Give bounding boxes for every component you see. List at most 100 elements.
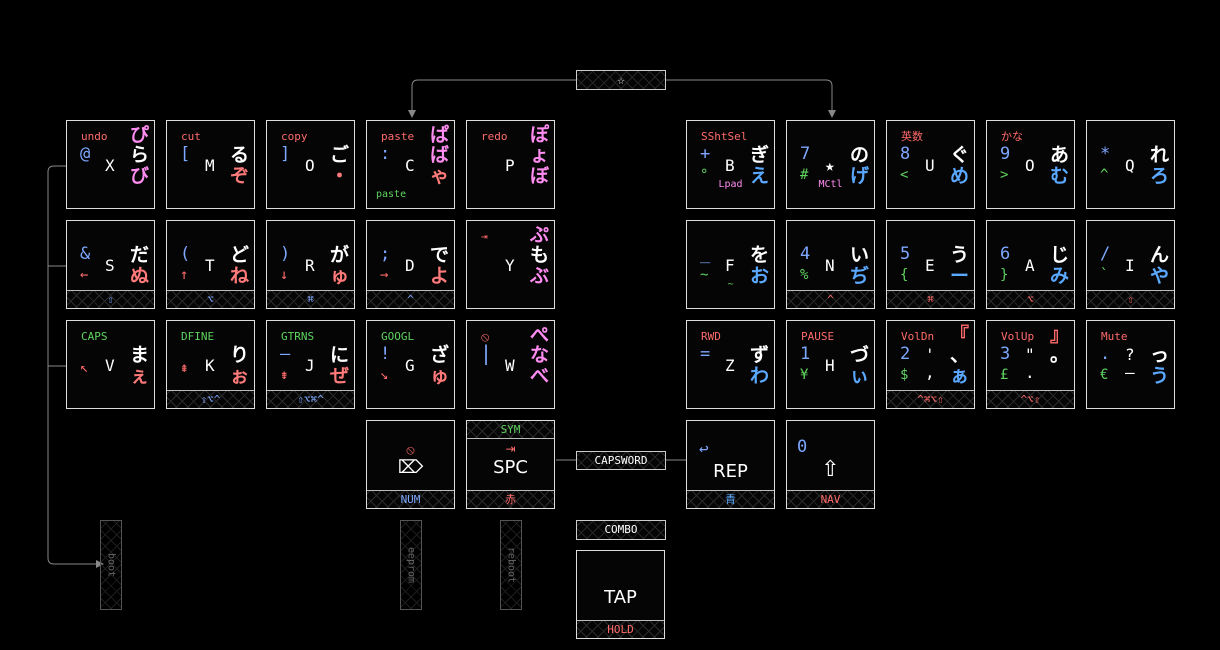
key-b[interactable]: SShtSel + ° B ぎ え Lpad	[686, 120, 775, 209]
key-k[interactable]: DFINE ⇞ K り ぉ ⇧⌥^	[166, 320, 255, 409]
key-label-shift: :	[380, 144, 391, 164]
key-label-shift: 7	[800, 144, 811, 164]
key-kana-2: あ	[1049, 144, 1069, 166]
key-hold-modifier: ^⌥⇧	[987, 390, 1074, 408]
key-d[interactable]: ; → D で よ ^	[366, 220, 455, 309]
key-label-top: RWD	[701, 330, 721, 343]
key-kana-3: ぃ	[849, 365, 869, 387]
key-kana-2: 、	[949, 344, 969, 366]
key-label-top: VolUp	[1001, 330, 1035, 343]
key-question[interactable]: Mute . € ? – っ う	[1086, 320, 1175, 409]
key-label-sym: <	[900, 167, 909, 183]
key-label-main: B	[725, 156, 735, 175]
key-hold-modifier: ⌥	[167, 290, 254, 308]
key-kana-2: ど	[229, 244, 249, 266]
key-w[interactable]: ⦸ | W ぺ な べ	[466, 320, 555, 409]
capsword-combo[interactable]: CAPSWORD	[576, 451, 666, 470]
key-label-shift: /	[1100, 244, 1111, 264]
combo-label: COMBO	[604, 523, 638, 536]
key-m[interactable]: cut [ M る ぞ	[166, 120, 255, 209]
arrow-up-left-icon: ↖	[80, 360, 89, 376]
key-o-left[interactable]: copy ] O ご ・	[266, 120, 355, 209]
key-label-shift: |	[480, 341, 493, 365]
key-kana-3: ろ	[1149, 165, 1169, 187]
key-p[interactable]: redo P ぽ ょ ぼ	[466, 120, 555, 209]
key-z[interactable]: RWD = Z ず わ	[686, 320, 775, 409]
key-label-main: F	[725, 256, 735, 275]
key-i[interactable]: / ` I ん や ⇧	[1086, 220, 1175, 309]
key-thumb-repeat[interactable]: ↩ REP 青	[686, 420, 775, 509]
key-label-main: ?	[1125, 345, 1135, 364]
key-kana-1: 』	[1049, 324, 1069, 346]
key-label-shift: —	[280, 344, 291, 364]
boot-label: boot	[105, 552, 117, 578]
key-kana-3: ぶ	[529, 265, 549, 287]
key-f[interactable]: _ ~ F を お ~	[686, 220, 775, 309]
key-label-shift: 6	[1000, 244, 1011, 264]
arrow-up-icon: ↑	[180, 267, 189, 283]
key-label-top: DFINE	[181, 330, 215, 343]
boot-combo[interactable]: boot	[100, 520, 122, 610]
key-hold-modifier: ^	[787, 290, 874, 308]
key-label-main: A	[1025, 256, 1035, 275]
key-o-right[interactable]: かな 9 > O あ む	[986, 120, 1075, 209]
page-up-icon: ⇞	[180, 360, 189, 376]
key-r[interactable]: ) ↓ R が ゅ ⌘	[266, 220, 355, 309]
key-label-shift: @	[80, 144, 91, 164]
key-u[interactable]: 英数 8 < U ぐ め	[886, 120, 975, 209]
reboot-combo[interactable]: reboot	[500, 520, 522, 610]
key-c[interactable]: paste : C ぱ ば ゃ paste	[366, 120, 455, 209]
key-label-shift: +	[700, 144, 711, 164]
page-down-icon: ⇟	[280, 367, 289, 383]
arrow-down-right-icon: ↘	[380, 367, 389, 383]
key-hold-layer: NAV	[787, 490, 874, 508]
key-kana-2: ご	[329, 144, 349, 166]
key-label-shift: 4	[800, 244, 811, 264]
key-h[interactable]: PAUSE 1 ¥ H づ ぃ	[786, 320, 875, 409]
key-label-main: N	[825, 256, 835, 275]
key-n[interactable]: 4 % N い ぢ ^	[786, 220, 875, 309]
key-hold-modifier: ⌘	[267, 290, 354, 308]
key-quote[interactable]: VolDn 2 $ ' , 『 、 ぁ ^⌘⌥⇧	[886, 320, 975, 409]
key-kana-2: が	[329, 244, 349, 266]
key-label-main: SPC	[493, 457, 528, 478]
reboot-label: reboot	[505, 546, 517, 584]
key-kana-2: ん	[1149, 244, 1169, 266]
key-g[interactable]: GOOGL ! ↘ G ざ ゅ	[366, 320, 455, 409]
key-label-top: redo	[481, 130, 508, 143]
key-x[interactable]: undo @ X ぴ ら び	[66, 120, 155, 209]
key-kana-3: ぞ	[229, 165, 249, 187]
top-combo[interactable]: ☆	[576, 70, 666, 90]
key-label-sym: ^	[1100, 167, 1109, 183]
key-dquote[interactable]: VolUp 3 £ " . 』 。 ^⌥⇧	[986, 320, 1075, 409]
key-kana-3: む	[1049, 165, 1069, 187]
eeprom-combo[interactable]: eeprom	[400, 520, 422, 610]
key-kana-1: ぱ	[429, 124, 449, 146]
key-kana-2: ず	[749, 344, 769, 366]
key-label-main: Y	[505, 256, 515, 275]
key-label-main: C	[405, 156, 415, 175]
key-j[interactable]: GTRNS — ⇟ J に ぜ ⇧⌥⌘^	[266, 320, 355, 409]
delete-forward-icon: ⌦	[397, 457, 424, 478]
key-thumb-space[interactable]: SYM ⇥ SPC 赤	[466, 420, 555, 509]
key-label-top: undo	[81, 130, 108, 143]
key-label-bottom: MCtl	[818, 179, 843, 190]
key-label-shift: ]	[280, 144, 291, 164]
key-s[interactable]: & ← S だ ぬ ⇧	[66, 220, 155, 309]
key-kana-3: べ	[529, 365, 549, 387]
key-y[interactable]: ⇥ Y ぷ も ぶ	[466, 220, 555, 309]
key-kana-2: れ	[1149, 144, 1169, 166]
key-a[interactable]: 6 } A じ み ⌥	[986, 220, 1075, 309]
key-v[interactable]: CAPS ↖ V ま ぇ	[66, 320, 155, 409]
key-thumb-shift[interactable]: 0 ⇧ NAV	[786, 420, 875, 509]
key-kana-2: づ	[849, 344, 869, 366]
key-top-layer: SYM	[467, 421, 554, 439]
key-kana-3: ゅ	[429, 365, 449, 387]
key-q[interactable]: * ^ Q れ ろ	[1086, 120, 1175, 209]
star-icon: ★	[825, 156, 835, 175]
key-t[interactable]: ( ↑ T ど ね ⌥	[166, 220, 255, 309]
legend-key: TAP HOLD	[576, 550, 665, 639]
key-thumb-delete[interactable]: ⦸ ⌦ NUM	[366, 420, 455, 509]
key-star[interactable]: 7 # ★ の げ MCtl	[786, 120, 875, 209]
key-e[interactable]: 5 { E う ー ⌘	[886, 220, 975, 309]
